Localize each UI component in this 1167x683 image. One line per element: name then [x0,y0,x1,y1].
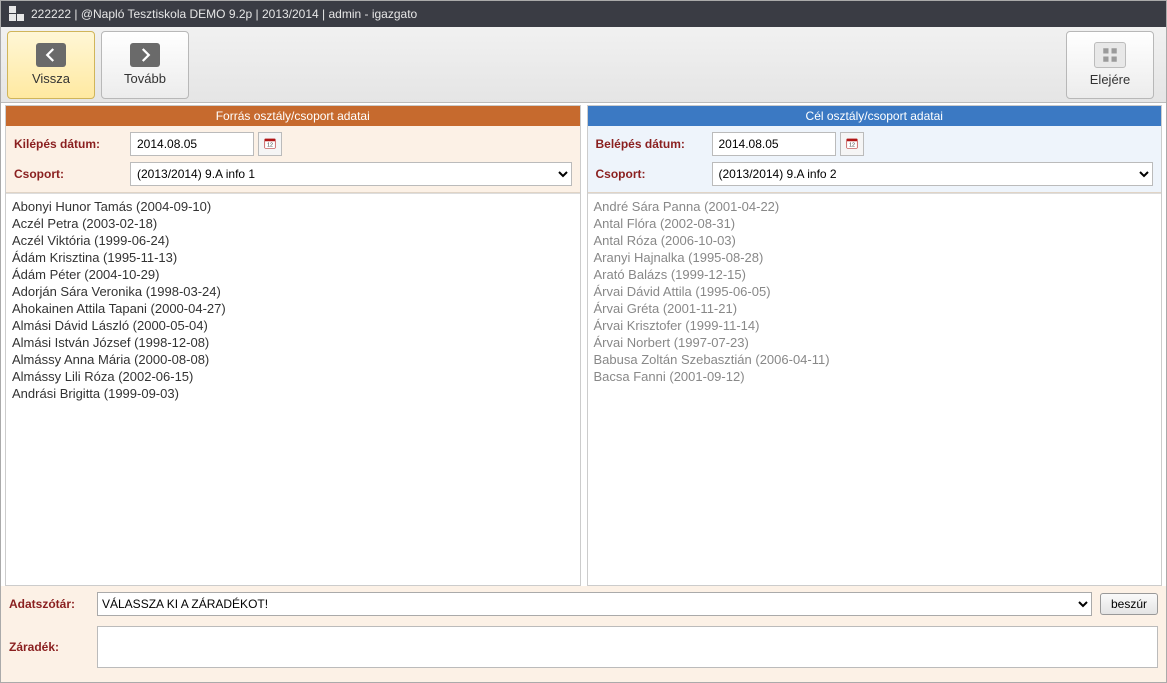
back-button[interactable]: Vissza [7,31,95,99]
grid-icon [1094,42,1126,68]
dict-label: Adatszótár: [9,597,89,611]
two-column: Forrás osztály/csoport adatai Kilépés dá… [1,103,1166,586]
svg-text:12: 12 [849,142,855,148]
list-item[interactable]: Aczél Petra (2003-02-18) [12,215,574,232]
source-panel-form: Kilépés dátum: 12 Csoport: (2013/2014) 9… [6,126,580,193]
target-student-list[interactable]: André Sára Panna (2001-04-22)Antal Flóra… [588,194,1162,585]
list-item[interactable]: Andrási Brigitta (1999-09-03) [12,385,574,402]
list-item[interactable]: Arató Balázs (1999-12-15) [594,266,1156,283]
list-item[interactable]: Abonyi Hunor Tamás (2004-09-10) [12,198,574,215]
list-item[interactable]: Babusa Zoltán Szebasztián (2006-04-11) [594,351,1156,368]
list-item[interactable]: Almási István József (1998-12-08) [12,334,574,351]
forward-button[interactable]: Tovább [101,31,189,99]
list-item[interactable]: Árvai Dávid Attila (1995-06-05) [594,283,1156,300]
insert-button[interactable]: beszúr [1100,593,1158,615]
svg-text:12: 12 [267,142,273,148]
target-panel-form: Belépés dátum: 12 Csoport: (2013/2014) 9… [588,126,1162,193]
calendar-icon: 12 [845,136,859,153]
source-date-input[interactable] [130,132,254,156]
top-button-label: Elejére [1090,72,1130,87]
target-date-input[interactable] [712,132,836,156]
list-item[interactable]: Árvai Gréta (2001-11-21) [594,300,1156,317]
source-student-list[interactable]: Abonyi Hunor Tamás (2004-09-10)Aczél Pet… [6,194,580,585]
clause-label: Záradék: [9,640,89,654]
source-date-picker-button[interactable]: 12 [258,132,282,156]
app-root: 222222 | @Napló Tesztiskola DEMO 9.2p | … [0,0,1167,683]
list-item[interactable]: Árvai Krisztofer (1999-11-14) [594,317,1156,334]
list-item[interactable]: Adorján Sára Veronika (1998-03-24) [12,283,574,300]
list-item[interactable]: Árvai Norbert (1997-07-23) [594,334,1156,351]
target-panel-header: Cél osztály/csoport adatai [588,106,1162,126]
clause-textarea[interactable] [97,626,1158,668]
list-item[interactable]: Bacsa Fanni (2001-09-12) [594,368,1156,385]
target-group-label: Csoport: [596,167,706,181]
list-item[interactable]: Ádám Krisztina (1995-11-13) [12,249,574,266]
target-date-label: Belépés dátum: [596,137,706,151]
forward-button-label: Tovább [124,71,166,86]
target-date-picker-button[interactable]: 12 [840,132,864,156]
toolbar: Vissza Tovább Elejére [1,27,1166,103]
list-item[interactable]: Aczél Viktória (1999-06-24) [12,232,574,249]
top-button[interactable]: Elejére [1066,31,1154,99]
target-panel: Cél osztály/csoport adatai Belépés dátum… [587,105,1163,586]
list-item[interactable]: Almási Dávid László (2000-05-04) [12,317,574,334]
list-item[interactable]: Aranyi Hajnalka (1995-08-28) [594,249,1156,266]
source-group-label: Csoport: [14,167,124,181]
dict-select[interactable]: VÁLASSZA KI A ZÁRADÉKOT! [97,592,1092,616]
list-item[interactable]: Ádám Péter (2004-10-29) [12,266,574,283]
list-item[interactable]: Antal Róza (2006-10-03) [594,232,1156,249]
back-button-label: Vissza [32,71,70,86]
arrow-right-icon [130,43,160,67]
target-group-select[interactable]: (2013/2014) 9.A info 2 [712,162,1154,186]
source-panel: Forrás osztály/csoport adatai Kilépés dá… [5,105,581,586]
main: Forrás osztály/csoport adatai Kilépés dá… [1,103,1166,682]
app-logo-icon [9,6,25,22]
topbar-title: 222222 | @Napló Tesztiskola DEMO 9.2p | … [31,7,417,21]
bottom-area: Adatszótár: VÁLASSZA KI A ZÁRADÉKOT! bes… [1,586,1166,682]
list-item[interactable]: Almássy Anna Mária (2000-08-08) [12,351,574,368]
list-item[interactable]: Antal Flóra (2002-08-31) [594,215,1156,232]
source-group-select[interactable]: (2013/2014) 9.A info 1 [130,162,572,186]
source-date-label: Kilépés dátum: [14,137,124,151]
list-item[interactable]: Ahokainen Attila Tapani (2000-04-27) [12,300,574,317]
list-item[interactable]: Almássy Lili Róza (2002-06-15) [12,368,574,385]
calendar-icon: 12 [263,136,277,153]
list-item[interactable]: André Sára Panna (2001-04-22) [594,198,1156,215]
arrow-left-icon [36,43,66,67]
source-panel-header: Forrás osztály/csoport adatai [6,106,580,126]
topbar: 222222 | @Napló Tesztiskola DEMO 9.2p | … [1,1,1166,27]
